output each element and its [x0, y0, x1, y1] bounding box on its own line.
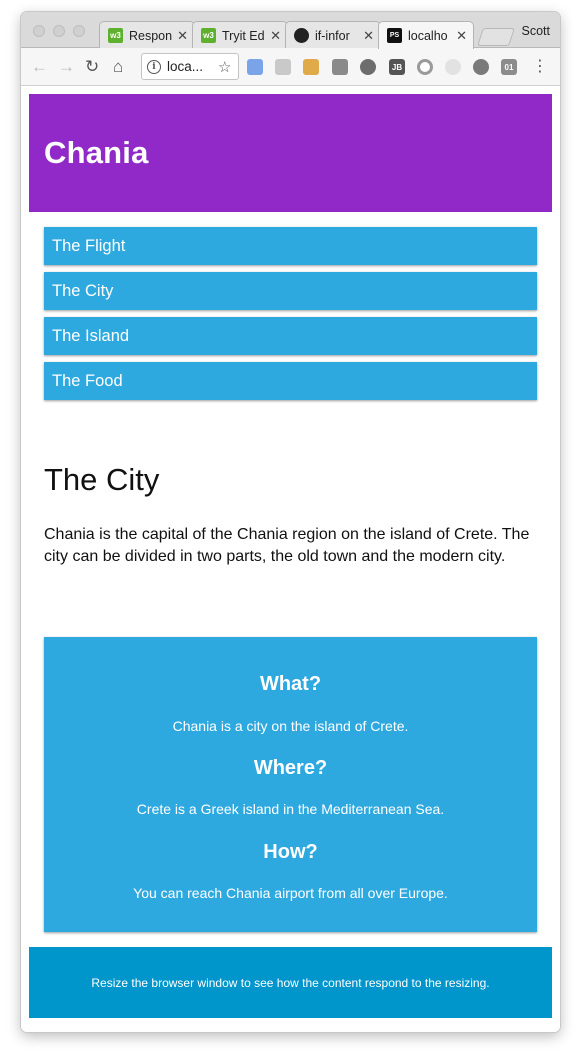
menu-item-the-food[interactable]: The Food [44, 362, 537, 400]
circle-extension-icon[interactable] [417, 59, 433, 75]
tab-title: Tryit Ed [222, 28, 265, 43]
zoom-window-button[interactable] [73, 25, 85, 37]
tab-title: Respon [129, 28, 173, 43]
kebab-menu-icon[interactable]: ⋮ [532, 57, 548, 77]
close-window-button[interactable] [33, 25, 45, 37]
bookmark-star-icon[interactable]: ☆ [218, 58, 231, 76]
home-icon[interactable]: ⌂ [113, 57, 123, 77]
aside-text-where: Crete is a Greek island in the Mediterra… [136, 801, 445, 817]
puzzle-extension-icon[interactable] [332, 59, 348, 75]
tab-title: if-infor [315, 28, 350, 43]
page-title: Chania [44, 135, 149, 170]
reload-icon[interactable]: ↻ [85, 57, 99, 77]
browser-window: w3 Respon ✕ w3 Tryit Ed ✕ if-infor ✕ PS … [21, 12, 560, 1032]
back-arrow-icon[interactable]: ← [31, 57, 48, 77]
gear-icon[interactable] [473, 59, 489, 75]
profile-name[interactable]: Scott [522, 24, 551, 38]
menu-item-the-flight[interactable]: The Flight [44, 227, 537, 265]
minimize-window-button[interactable] [53, 25, 65, 37]
tab-responsive[interactable]: w3 Respon ✕ [99, 21, 195, 49]
close-icon[interactable]: ✕ [456, 28, 467, 44]
forward-arrow-icon[interactable]: → [58, 57, 75, 77]
translate-extension-icon[interactable] [247, 59, 263, 75]
target-extension-icon[interactable] [360, 59, 376, 75]
menu-item-the-island[interactable]: The Island [44, 317, 537, 355]
close-icon[interactable]: ✕ [270, 28, 281, 44]
bookmark-extension-icon[interactable] [303, 59, 319, 75]
w3schools-icon: w3 [108, 28, 123, 43]
leaf-extension-icon[interactable] [445, 59, 461, 75]
footer-text: Resize the browser window to see how the… [91, 975, 490, 990]
tab-strip: w3 Respon ✕ w3 Tryit Ed ✕ if-infor ✕ PS … [21, 12, 560, 49]
mail-extension-icon[interactable] [275, 59, 291, 75]
aside-text-how: You can reach Chania airport from all ov… [133, 885, 448, 901]
page-header: Chania [29, 94, 552, 212]
counter-extension-icon[interactable]: 01 [501, 59, 517, 75]
jetbrains-extension-icon[interactable]: JB [389, 59, 405, 75]
tab-if-information[interactable]: if-infor ✕ [285, 21, 381, 49]
tab-title: localho [408, 28, 448, 43]
page-footer: Resize the browser window to see how the… [29, 947, 552, 1018]
tab-tryit-editor[interactable]: w3 Tryit Ed ✕ [192, 21, 288, 49]
info-aside: What? Chania is a city on the island of … [44, 637, 537, 932]
new-tab-button[interactable] [477, 28, 515, 46]
close-icon[interactable]: ✕ [363, 28, 374, 44]
main-heading: The City [44, 462, 160, 497]
w3schools-icon: w3 [201, 28, 216, 43]
tab-localhost[interactable]: PS localho ✕ [378, 21, 474, 49]
main-paragraph: Chania is the capital of the Chania regi… [44, 526, 530, 565]
page-viewport: Chania The Flight The City The Island Th… [21, 87, 560, 1032]
aside-text-what: Chania is a city on the island of Crete. [172, 718, 409, 734]
browser-toolbar: ← → ↻ ⌂ i loca... ☆ JB 01 ⋮ [21, 48, 560, 86]
aside-heading-how: How? [263, 841, 318, 863]
phpstorm-icon: PS [387, 28, 402, 43]
close-icon[interactable]: ✕ [177, 28, 188, 44]
aside-heading-where: Where? [253, 757, 328, 779]
menu-item-the-city[interactable]: The City [44, 272, 537, 310]
address-text: loca... [167, 59, 204, 74]
aside-heading-what: What? [259, 673, 322, 695]
github-icon [294, 28, 309, 43]
info-icon[interactable]: i [147, 59, 161, 74]
